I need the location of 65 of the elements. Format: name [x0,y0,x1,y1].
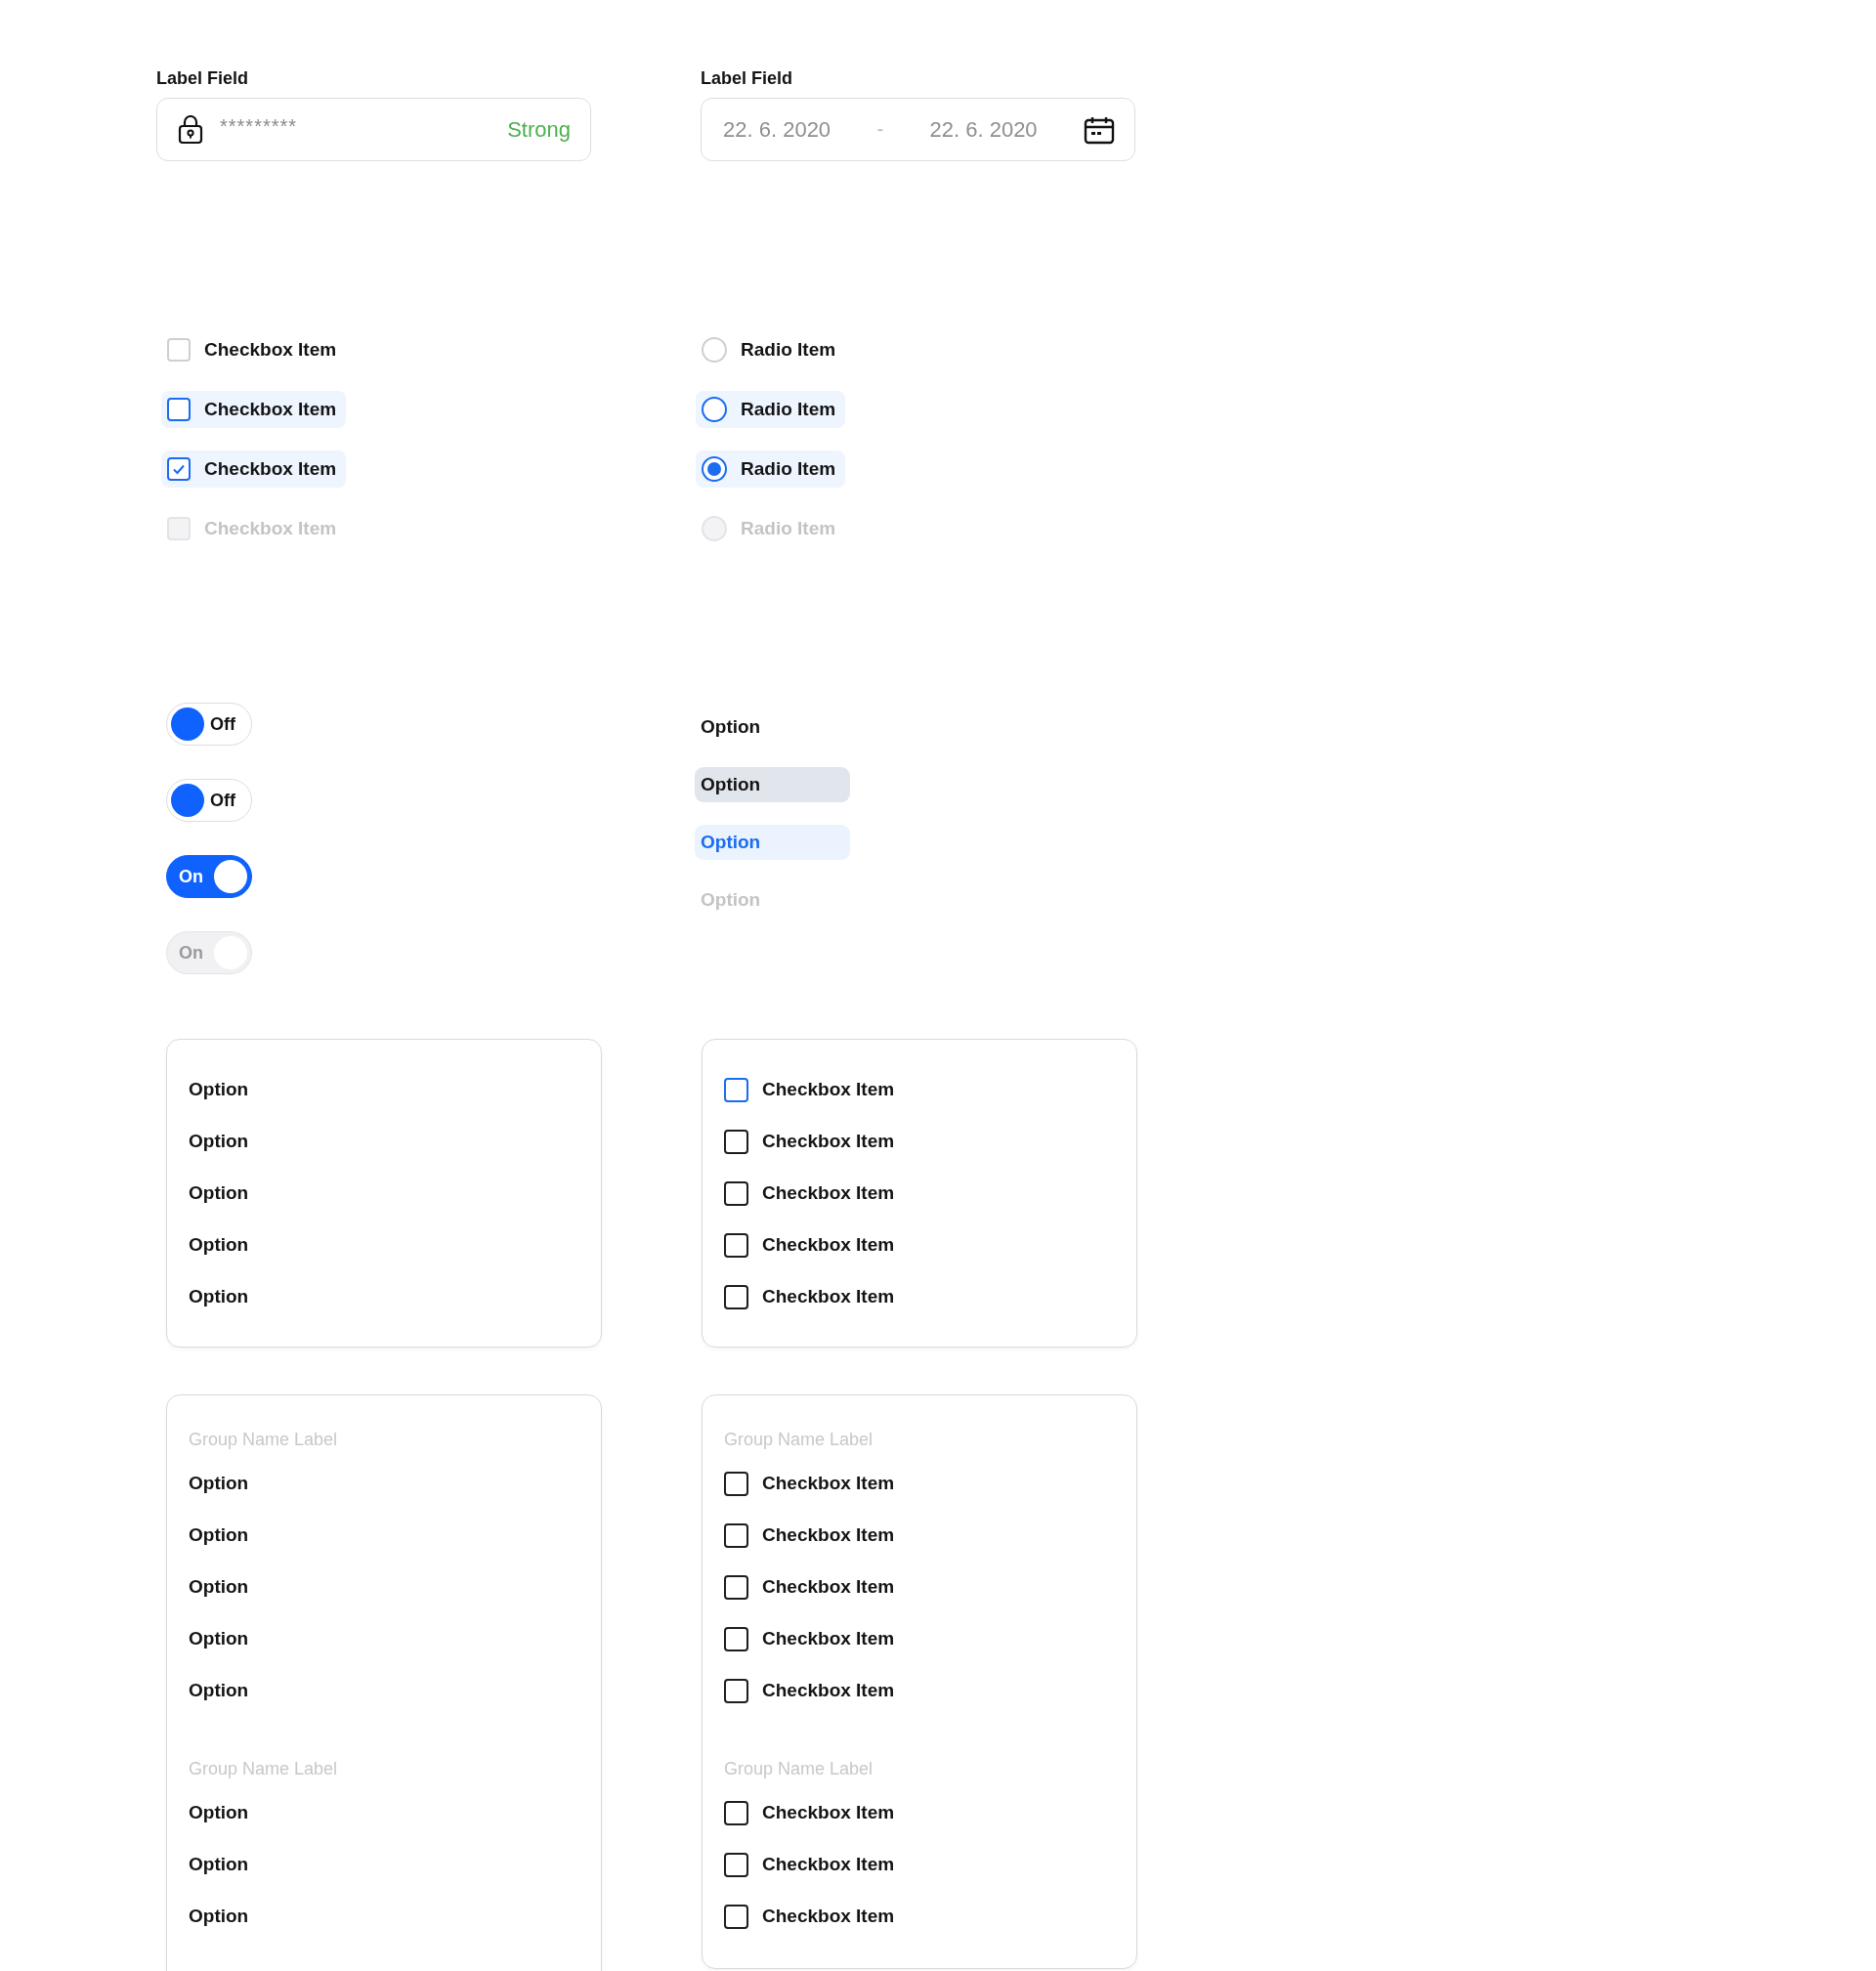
list-option[interactable]: Option [189,1624,579,1653]
checkbox[interactable] [724,1678,748,1703]
list-option[interactable]: Option [189,1572,579,1602]
checkbox-item[interactable]: Checkbox Item [724,1521,1115,1550]
option-item[interactable]: Option [695,709,850,745]
checkbox-item[interactable]: Checkbox Item [724,1902,1115,1931]
checkbox-item[interactable]: Checkbox Item [724,1624,1115,1653]
list-option[interactable]: Option [189,1282,579,1311]
end-date: 22. 6. 2020 [929,116,1038,143]
checkbox-item[interactable]: Checkbox Item [724,1282,1115,1311]
checkbox-item[interactable]: Checkbox Item [724,1230,1115,1260]
checkbox[interactable] [724,1077,748,1102]
radio-button[interactable] [702,456,727,482]
list-option[interactable]: Option [189,1469,579,1498]
checkbox[interactable] [724,1800,748,1825]
checkbox[interactable] [724,1626,748,1651]
toggle-switch[interactable]: Off [166,703,252,746]
list-option[interactable]: Option [189,1521,579,1550]
strength-indicator: Strong [507,116,571,143]
checkbox-item[interactable]: Checkbox Item [161,331,347,368]
field-label: Label Field [156,68,250,88]
checkbox[interactable] [167,398,191,421]
list-option[interactable]: Option [189,1178,579,1208]
checkbox-item[interactable]: Checkbox Item [724,1178,1115,1208]
radio-item[interactable]: Radio Item [696,450,846,488]
checkbox[interactable] [724,1284,748,1309]
password-value: ********* [220,115,299,138]
calendar-icon [1083,114,1115,145]
radio-button[interactable] [702,397,727,422]
lock-icon [177,114,204,145]
option-item[interactable]: Option [695,825,850,860]
date-separator: - [876,118,884,141]
list-option[interactable]: Option [189,1676,579,1705]
checkbox-item[interactable]: Checkbox Item [724,1798,1115,1827]
password-field[interactable]: ********* Strong [156,98,591,161]
checkbox[interactable] [724,1471,748,1496]
toggle-switch[interactable]: On [166,855,252,898]
list-option[interactable]: Option [189,1127,579,1156]
list-option[interactable]: Option [189,1902,579,1931]
checkbox[interactable] [724,1852,748,1877]
option-item[interactable]: Option [695,767,850,802]
list-option[interactable]: Option [189,1230,579,1260]
checkbox-item[interactable]: Checkbox Item [724,1676,1115,1705]
checkbox-item[interactable]: Checkbox Item [724,1075,1115,1104]
checkbox[interactable] [724,1129,748,1154]
checkbox-item[interactable]: Checkbox Item [724,1850,1115,1879]
checkbox-item[interactable]: Checkbox Item [724,1572,1115,1602]
radio-item[interactable]: Radio Item [696,391,846,428]
checkbox-item[interactable]: Checkbox Item [724,1127,1115,1156]
checkbox[interactable] [724,1232,748,1258]
list-option[interactable]: Option [189,1850,579,1879]
checkbox[interactable] [167,457,191,481]
checkbox[interactable] [724,1574,748,1600]
field-label: Label Field [701,68,794,88]
checkbox[interactable] [724,1904,748,1929]
checkbox-item[interactable]: Checkbox Item [724,1469,1115,1498]
checkbox[interactable] [724,1522,748,1548]
radio-item[interactable]: Radio Item [696,331,846,368]
checkbox[interactable] [724,1180,748,1206]
toggle-switch[interactable]: Off [166,779,252,822]
checkbox-item[interactable]: Checkbox Item [161,450,347,488]
list-option[interactable]: Option [189,1798,579,1827]
checkbox-item[interactable]: Checkbox Item [161,391,347,428]
start-date: 22. 6. 2020 [723,116,831,143]
list-option[interactable]: Option [189,1075,579,1104]
